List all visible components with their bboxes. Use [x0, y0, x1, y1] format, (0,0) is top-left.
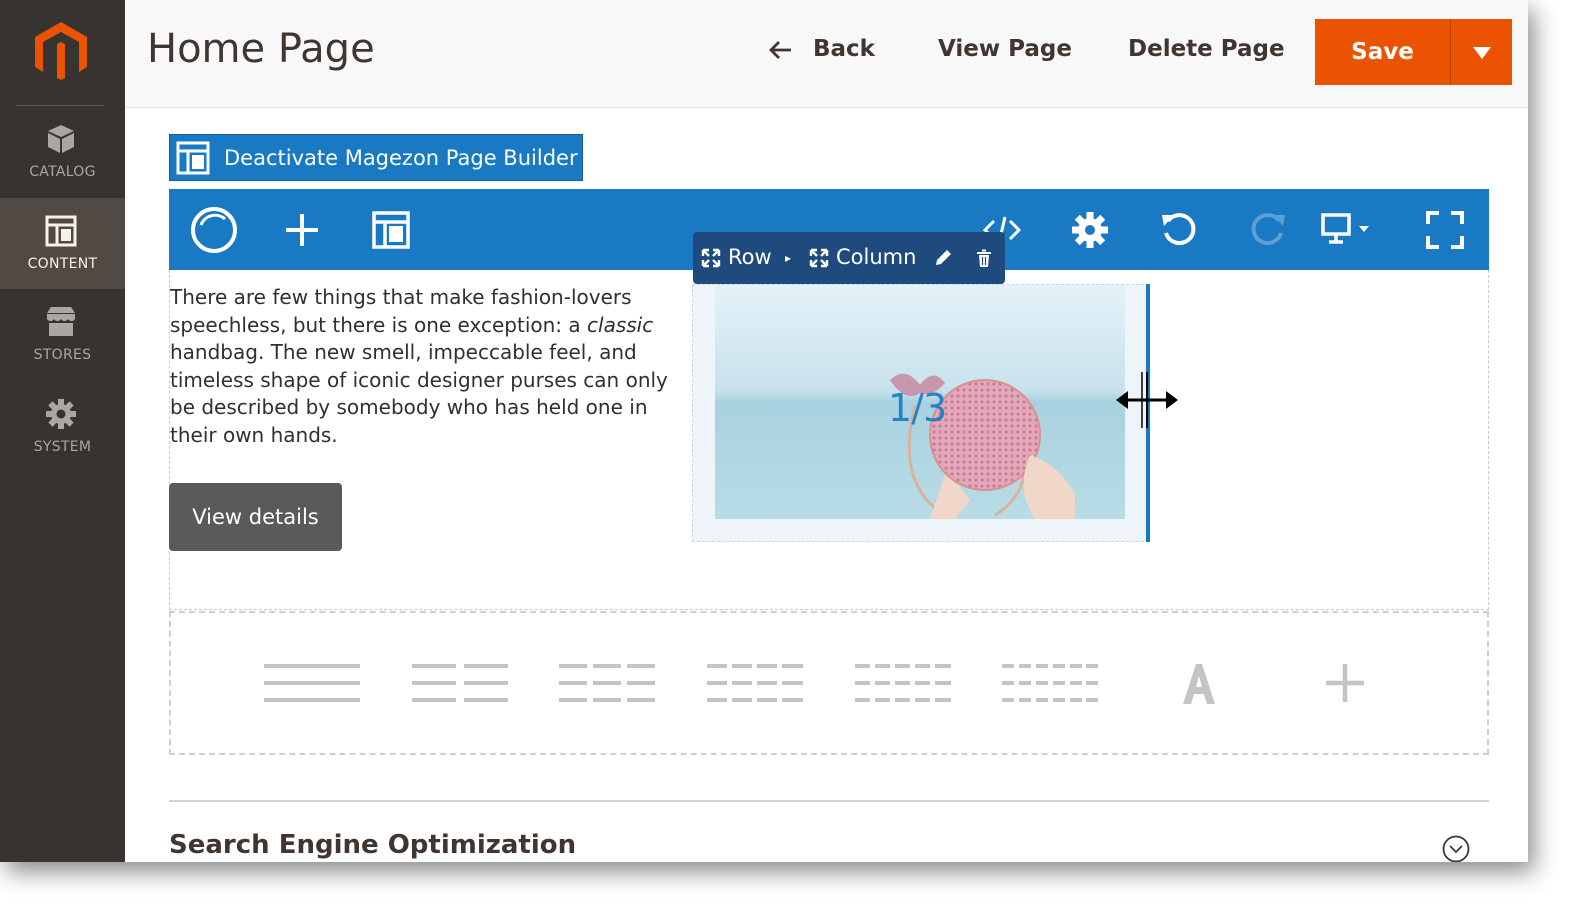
add-element-icon[interactable]	[281, 209, 323, 251]
sidebar-item-stores[interactable]: STORES	[0, 289, 125, 380]
gear-icon[interactable]	[1069, 209, 1111, 251]
sidebar-item-content[interactable]: CONTENT	[0, 198, 125, 289]
device-preview-icon[interactable]	[1319, 209, 1375, 251]
deactivate-page-builder-button[interactable]: Deactivate Magezon Page Builder	[169, 134, 583, 181]
row-label[interactable]: Row	[728, 245, 772, 269]
store-icon	[47, 307, 75, 336]
intro-emphasis: classic	[587, 312, 654, 337]
move-icon[interactable]	[701, 248, 721, 268]
undo-icon[interactable]	[1158, 209, 1200, 251]
magezon-logo-icon[interactable]	[189, 205, 239, 255]
sidebar-item-label: CONTENT	[27, 256, 98, 272]
sidebar-item-catalog[interactable]: CATALOG	[0, 106, 125, 197]
triangle-down-icon	[1473, 47, 1491, 59]
view-page-button[interactable]: View Page	[938, 36, 1072, 62]
section-divider	[169, 800, 1489, 802]
delete-page-button[interactable]: Delete Page	[1128, 36, 1285, 62]
chevron-down-circle-icon[interactable]	[1441, 834, 1471, 862]
deactivate-label: Deactivate Magezon Page Builder	[224, 146, 578, 170]
layout-icon	[45, 215, 77, 247]
magento-logo-icon[interactable]	[33, 20, 89, 82]
chevron-right-icon: ▸	[785, 251, 792, 265]
element-control-bar: Row ▸ Column	[693, 232, 1005, 284]
move-icon[interactable]	[809, 248, 829, 268]
layout-2-columns-icon[interactable]	[412, 660, 508, 706]
row-layout-palette	[169, 611, 1489, 755]
save-button[interactable]: Save	[1315, 19, 1450, 85]
layout-icon	[176, 141, 210, 175]
save-options-toggle[interactable]	[1450, 19, 1512, 85]
templates-icon[interactable]	[370, 209, 412, 251]
resize-cursor-icon	[1116, 372, 1178, 428]
trash-icon[interactable]	[974, 248, 994, 268]
column-size-label: 1/3	[888, 386, 947, 430]
back-button[interactable]: Back	[767, 36, 875, 62]
arrow-left-icon	[769, 41, 791, 59]
layout-1-column-icon[interactable]	[264, 660, 360, 706]
redo-icon[interactable]	[1247, 209, 1289, 251]
admin-window: CATALOG CONTENT STORES SYSTEM Home Page …	[0, 0, 1528, 862]
intro-text: There are few things that make fashion-l…	[170, 285, 668, 447]
fullscreen-icon[interactable]	[1424, 209, 1466, 251]
page-title: Home Page	[147, 26, 375, 72]
admin-sidebar: CATALOG CONTENT STORES SYSTEM	[0, 0, 125, 862]
layout-5-columns-icon[interactable]	[855, 660, 951, 706]
layout-4-columns-icon[interactable]	[707, 660, 803, 706]
cube-icon	[48, 125, 74, 153]
column-label[interactable]: Column	[836, 245, 916, 269]
add-element-icon[interactable]	[1297, 660, 1393, 706]
text-element-icon[interactable]	[1150, 660, 1246, 706]
page-header: Home Page Back View Page Delete Page Sav…	[125, 0, 1528, 108]
layout-6-columns-icon[interactable]	[1002, 660, 1098, 706]
sidebar-item-label: SYSTEM	[33, 439, 92, 455]
sidebar-item-label: STORES	[33, 347, 92, 363]
sidebar-item-label: CATALOG	[29, 164, 96, 180]
seo-section-title[interactable]: Search Engine Optimization	[169, 830, 576, 860]
gear-icon	[46, 399, 76, 429]
view-details-button[interactable]: View details	[169, 483, 342, 551]
pencil-icon[interactable]	[933, 248, 953, 268]
sidebar-item-system[interactable]: SYSTEM	[0, 381, 125, 472]
layout-3-columns-icon[interactable]	[559, 660, 655, 706]
back-label: Back	[813, 36, 875, 62]
